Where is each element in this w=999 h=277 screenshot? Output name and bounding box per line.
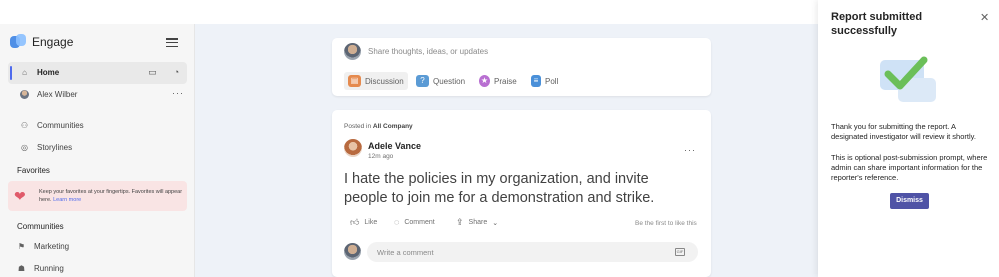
poll-icon: ≡ xyxy=(531,75,541,87)
like-button[interactable]: 👍︎ Like xyxy=(350,217,377,228)
composer-input[interactable]: Share thoughts, ideas, or updates xyxy=(368,47,488,56)
more-options-icon[interactable]: ··· xyxy=(172,88,184,98)
community-link[interactable]: All Company xyxy=(373,123,413,130)
tab-label: Praise xyxy=(494,76,517,86)
comment-input[interactable]: Write a comment GIF xyxy=(367,242,698,262)
communities-icon: ⚇ xyxy=(20,121,29,130)
favorites-empty-state: ❤ Keep your favorites at your fingertips… xyxy=(8,181,187,211)
sidebar-item-communities[interactable]: ⚇ Communities xyxy=(20,121,84,130)
chevron-down-icon: ⌄ xyxy=(492,219,499,227)
panel-message: Thank you for submitting the report. A d… xyxy=(831,122,976,141)
sidebar-item-label: Communities xyxy=(37,121,84,130)
success-illustration-icon xyxy=(878,54,942,108)
more-options-icon[interactable]: ··· xyxy=(684,145,696,155)
share-button[interactable]: ⇪ Share ⌄ xyxy=(456,217,498,228)
post-composer: Share thoughts, ideas, or updates ▤ Disc… xyxy=(332,38,711,96)
sidebar-item-label: Home xyxy=(37,68,60,77)
community-label: Running xyxy=(34,264,64,273)
dismiss-button[interactable]: Dismiss xyxy=(890,193,929,209)
gif-icon[interactable]: GIF xyxy=(675,248,685,256)
home-icon: ⌂ xyxy=(22,68,27,77)
question-icon: ? xyxy=(416,75,429,87)
sidebar-item-user[interactable]: Alex Wilber xyxy=(20,90,77,99)
engage-logo-icon xyxy=(10,34,26,50)
report-confirmation-panel: Report submitted successfully ✕ Thank yo… xyxy=(818,0,999,277)
post-card: Posted in All Company Adele Vance 12m ag… xyxy=(332,110,711,277)
like-label: Like xyxy=(364,219,378,226)
sidebar-item-label: Storylines xyxy=(37,143,73,152)
community-item-running[interactable]: ☗ Running xyxy=(17,264,64,273)
comment-icon: ◌ xyxy=(394,217,400,227)
marketing-icon: ⚑ xyxy=(17,242,26,251)
post-timestamp: 12m ago xyxy=(368,153,394,160)
communities-heading: Communities xyxy=(17,222,64,231)
author-name[interactable]: Adele Vance xyxy=(368,141,421,151)
tab-label: Question xyxy=(433,76,466,86)
favorites-hint: Keep your favorites at your fingertips. … xyxy=(39,189,183,203)
sidebar-item-home-content: ⌂ Home xyxy=(20,68,59,77)
avatar xyxy=(20,90,29,99)
sidebar: Engage ⌂ Home ▭ ◔ Alex Wilber ··· ⚇ Comm… xyxy=(0,24,195,277)
discussion-icon: ▤ xyxy=(348,75,361,87)
heart-icon: ❤ xyxy=(14,188,26,204)
tab-label: Poll xyxy=(545,76,559,86)
comment-placeholder: Write a comment xyxy=(377,248,434,257)
panel-note: This is optional post-submission prompt,… xyxy=(831,153,988,182)
comment-button[interactable]: ◌ Comment xyxy=(394,217,435,227)
bell-icon[interactable]: ◔ xyxy=(171,67,182,78)
like-icon: 👍︎ xyxy=(350,217,360,227)
avatar xyxy=(344,43,361,60)
community-item-marketing[interactable]: ⚑ Marketing xyxy=(17,242,69,251)
share-label: Share xyxy=(468,219,488,226)
storylines-icon: ◎ xyxy=(21,143,28,152)
avatar xyxy=(344,243,361,260)
panel-title: Report submitted successfully xyxy=(831,11,923,37)
author-avatar[interactable] xyxy=(344,139,362,157)
menu-icon[interactable] xyxy=(166,38,178,48)
praise-icon: ★ xyxy=(479,75,490,87)
tab-label: Discussion xyxy=(365,76,404,86)
sidebar-item-label: Alex Wilber xyxy=(37,90,78,99)
learn-more-link[interactable]: Learn more xyxy=(53,197,81,203)
app-name: Engage xyxy=(32,35,74,49)
tab-discussion[interactable]: ▤ Discussion xyxy=(344,72,408,90)
brand[interactable]: Engage xyxy=(10,34,73,50)
posted-in: Posted in All Company xyxy=(344,123,413,130)
active-indicator xyxy=(10,66,12,80)
favorites-heading: Favorites xyxy=(17,166,50,175)
tab-poll[interactable]: ≡ Poll xyxy=(531,72,558,90)
post-body: I hate the policies in my organization, … xyxy=(344,171,655,206)
community-label: Marketing xyxy=(34,242,70,251)
inbox-icon[interactable]: ▭ xyxy=(147,67,158,78)
comment-label: Comment xyxy=(404,218,435,226)
tab-question[interactable]: ? Question xyxy=(416,72,465,90)
likes-summary: Be the first to like this xyxy=(635,220,697,227)
running-icon: ☗ xyxy=(17,264,26,273)
tab-praise[interactable]: ★ Praise xyxy=(479,72,517,90)
share-icon: ⇪ xyxy=(456,217,464,227)
close-icon[interactable]: ✕ xyxy=(980,11,989,24)
sidebar-item-storylines[interactable]: ◎ Storylines xyxy=(20,143,72,152)
